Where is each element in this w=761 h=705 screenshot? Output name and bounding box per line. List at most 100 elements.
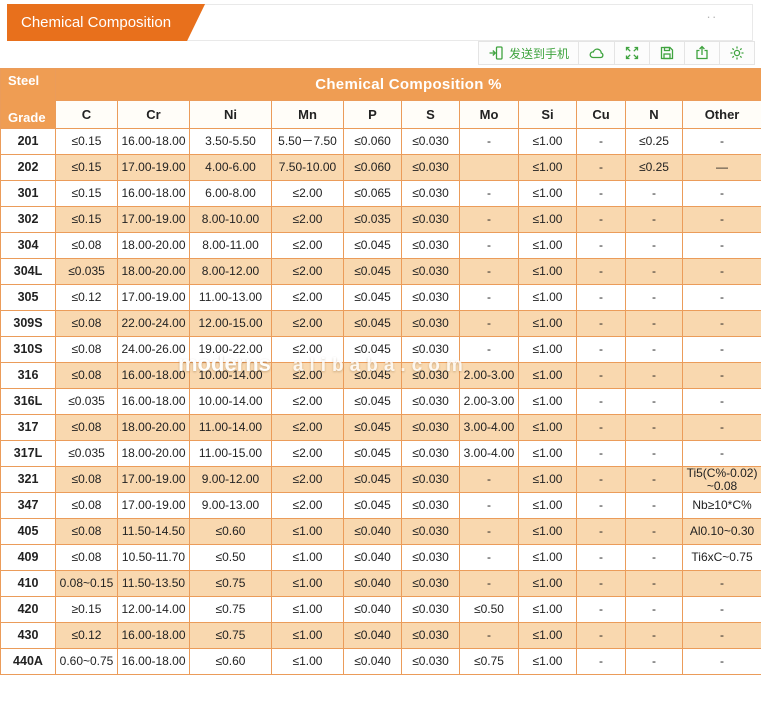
table-row: 302 ≤0.15 17.00-19.00 8.00-10.00 ≤2.00 ≤0.035… [0,206,761,233]
grade-cell: 316L [0,388,56,415]
value-cell: - [681,362,761,389]
value-cell: ≤0.25 [625,154,683,181]
value-cell: ≤0.065 [343,180,402,207]
value-cell: 3.00-4.00 [459,440,519,467]
grade-cell: 410 [0,570,56,598]
value-cell: - [625,440,683,467]
column-header-s: S [401,100,460,129]
table-row: 430 ≤0.12 16.00-18.00 ≤0.75 ≤1.00 ≤0.040 ≤0.03… [0,622,761,650]
value-cell: - [576,518,626,546]
window-menu-dots[interactable]: .. [707,7,718,21]
grade-cell: 321 [0,465,56,494]
cloud-button[interactable] [578,42,614,64]
value-cell: 6.00-8.00 [189,180,272,207]
column-header-cr: Cr [117,100,190,129]
value-cell: 16.00-18.00 [117,180,190,207]
value-cell: - [576,336,626,363]
value-cell: ≤0.030 [401,154,460,181]
value-cell: - [681,648,761,676]
value-cell: - [576,258,626,285]
value-cell: ≤0.75 [189,622,272,650]
value-cell: ≤2.00 [271,362,344,389]
value-cell: ≤0.75 [189,570,272,598]
value-cell: - [625,518,683,546]
band-row: Steel Grade Chemical Composition % [0,68,761,129]
value-cell: ≤0.045 [343,440,402,467]
grade-cell: 405 [0,518,56,546]
value-cell: - [576,596,626,624]
value-cell: 17.00-19.00 [117,465,190,494]
value-cell: - [459,128,519,155]
value-cell: ≤0.045 [343,258,402,285]
save-icon [660,46,674,60]
value-cell: ≤0.08 [55,518,118,546]
value-cell: ≤2.00 [271,440,344,467]
value-cell: - [681,596,761,624]
value-cell: - [625,570,683,598]
tab-chemical-composition[interactable]: Chemical Composition [7,4,205,41]
value-cell: ≤1.00 [518,128,577,155]
value-cell: 11.50-14.50 [117,518,190,546]
value-cell: 17.00-19.00 [117,154,190,181]
value-cell: ≤0.25 [625,128,683,155]
value-cell: ≤0.030 [401,258,460,285]
value-cell: ≤1.00 [518,284,577,311]
value-cell: - [625,258,683,285]
gear-icon [730,46,744,60]
grade-cell: 305 [0,284,56,311]
value-cell: 2.00-3.00 [459,362,519,389]
value-cell: ≤0.030 [401,284,460,311]
value-cell: 18.00-20.00 [117,258,190,285]
value-cell: ≤1.00 [518,414,577,441]
value-cell: ≤2.00 [271,206,344,233]
column-header-cu: Cu [576,100,626,129]
value-cell: ≤1.00 [271,622,344,650]
table-row: 405 ≤0.08 11.50-14.50 ≤0.60 ≤1.00 ≤0.040 ≤0.03… [0,518,761,546]
value-cell: - [576,180,626,207]
column-header-p: P [343,100,402,129]
fullscreen-button[interactable] [614,42,649,64]
value-cell: ≤0.08 [55,336,118,363]
value-cell: 17.00-19.00 [117,206,190,233]
column-header-mo: Mo [459,100,519,129]
value-cell: ≤0.08 [55,362,118,389]
column-header-n: N [625,100,683,129]
value-cell: - [681,414,761,441]
value-cell: ≤0.030 [401,388,460,415]
value-cell: - [625,596,683,624]
value-cell: ≤0.60 [189,648,272,676]
share-button[interactable] [684,42,719,64]
column-header-mn: Mn [271,100,344,129]
value-cell: ≤0.60 [189,518,272,546]
value-cell: ≤0.08 [55,544,118,572]
value-cell: - [576,388,626,415]
value-cell: - [576,206,626,233]
value-cell: ≤0.040 [343,570,402,598]
value-cell: ≤1.00 [518,570,577,598]
value-cell: ≤1.00 [518,440,577,467]
value-cell: 16.00-18.00 [117,622,190,650]
value-cell: 4.00-6.00 [189,154,272,181]
value-cell: - [625,388,683,415]
value-cell: - [681,310,761,337]
value-cell: ≤0.75 [189,596,272,624]
value-cell: ≤0.50 [459,596,519,624]
settings-button[interactable] [719,42,754,64]
value-cell: ≤0.08 [55,310,118,337]
value-cell: - [459,310,519,337]
save-button[interactable] [649,42,684,64]
table-row: 420 ≥0.15 12.00-14.00 ≤0.75 ≤1.00 ≤0.040 ≤0.03… [0,596,761,624]
value-cell: ≤0.035 [55,258,118,285]
value-cell: ≤0.040 [343,622,402,650]
value-cell: ≤1.00 [271,570,344,598]
send-to-phone-button[interactable]: 发送到手机 [479,42,578,64]
value-cell: - [576,284,626,311]
grade-cell: 317 [0,414,56,441]
table-body: 201 ≤0.15 16.00-18.00 3.50-5.50 5.50－7.50 ≤0.… [0,128,761,676]
value-cell: 8.00-11.00 [189,232,272,259]
value-cell: ≤2.00 [271,258,344,285]
value-cell: Nb≥10*C% [681,492,761,520]
value-cell: 16.00-18.00 [117,128,190,155]
value-cell: - [625,492,683,520]
value-cell: ≤0.15 [55,128,118,155]
